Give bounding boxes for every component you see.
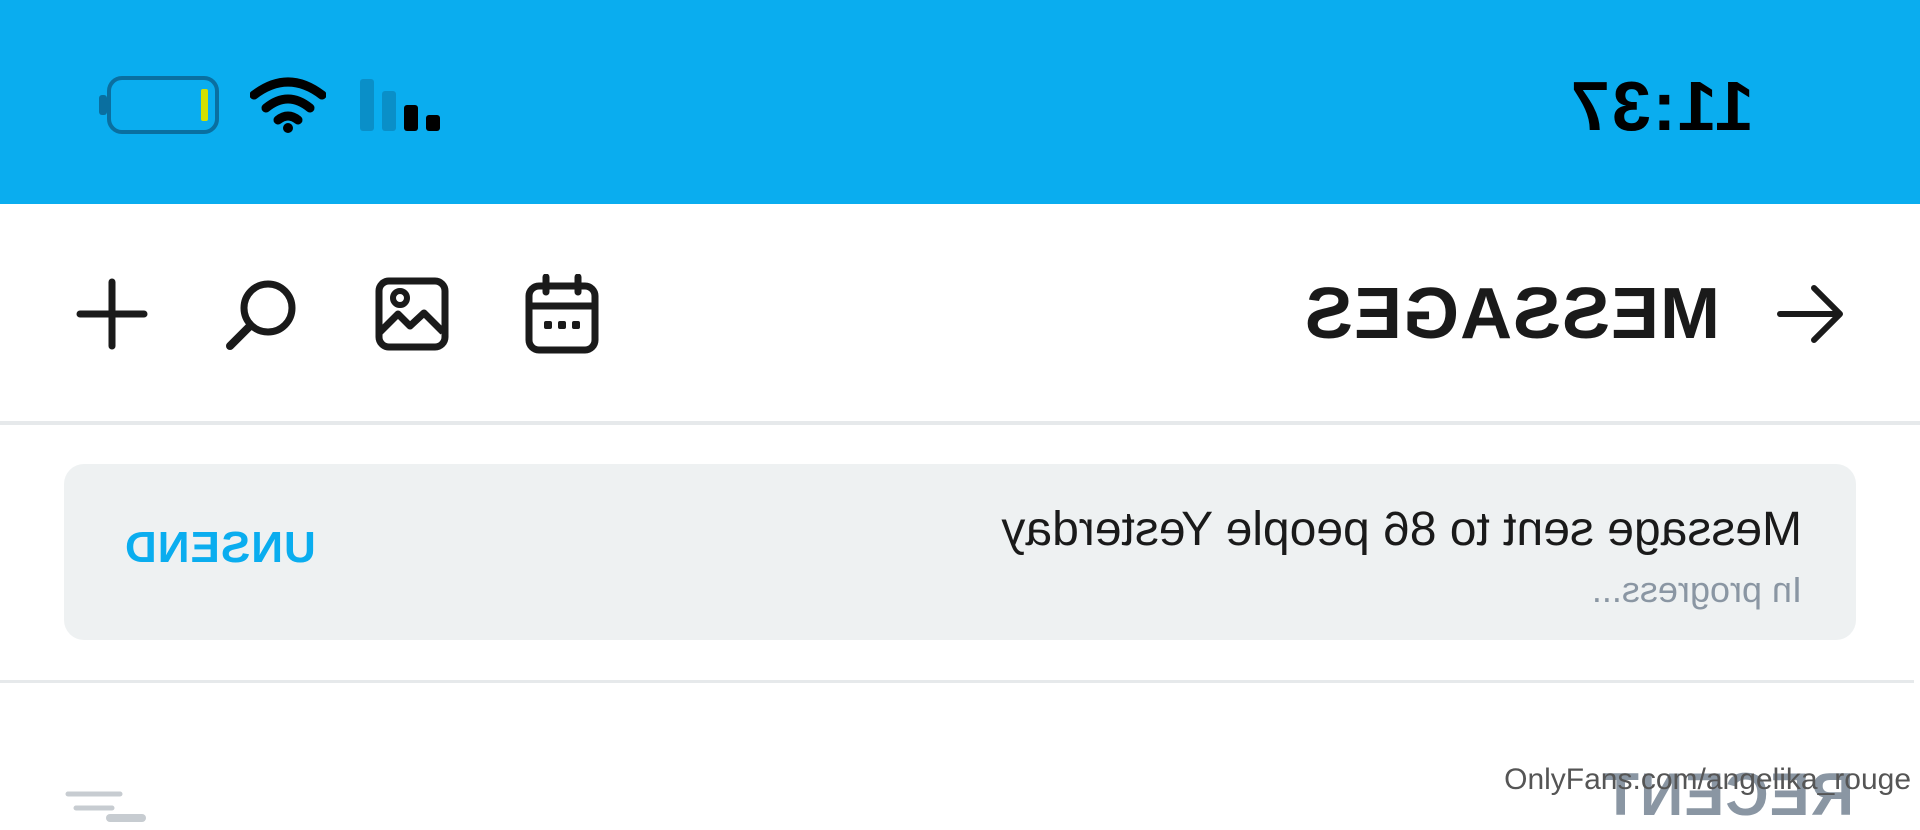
signal-icon	[360, 79, 440, 131]
watermark: OnlyFans.com/angelika_rouge	[1504, 763, 1911, 796]
media-vault-button[interactable]	[370, 272, 454, 356]
calendar-icon	[525, 274, 599, 354]
notice-status: In progress...	[1591, 569, 1802, 610]
search-icon	[226, 280, 296, 350]
battery-icon	[99, 76, 219, 134]
plus-icon	[76, 278, 148, 350]
scheduled-button[interactable]	[520, 272, 604, 356]
status-bar: 11:37	[0, 0, 1920, 204]
notice-title: Message sent to 86 people Yesterday	[1001, 503, 1802, 556]
status-icons	[96, 72, 442, 138]
new-message-button[interactable]	[70, 272, 154, 356]
search-button[interactable]	[220, 272, 304, 356]
divider	[0, 680, 1914, 683]
mirrored-screen: 11:37 MESSAGES Message sent to 86 people…	[0, 0, 1920, 830]
sort-button[interactable]	[64, 790, 124, 830]
mass-message-notice: Message sent to 86 people Yesterday In p…	[64, 464, 1856, 640]
page-title: MESSAGES	[1303, 274, 1720, 354]
toolbar	[70, 272, 604, 356]
sort-icon	[65, 791, 123, 811]
header: MESSAGES	[0, 204, 1920, 425]
back-button[interactable]	[1770, 274, 1850, 354]
home-indicator	[106, 814, 146, 822]
arrow-left-icon	[1777, 285, 1843, 343]
wifi-icon	[250, 77, 326, 133]
status-time: 11:37	[1568, 67, 1754, 145]
unsend-button[interactable]: UNSEND	[124, 518, 316, 578]
image-icon	[375, 277, 449, 351]
